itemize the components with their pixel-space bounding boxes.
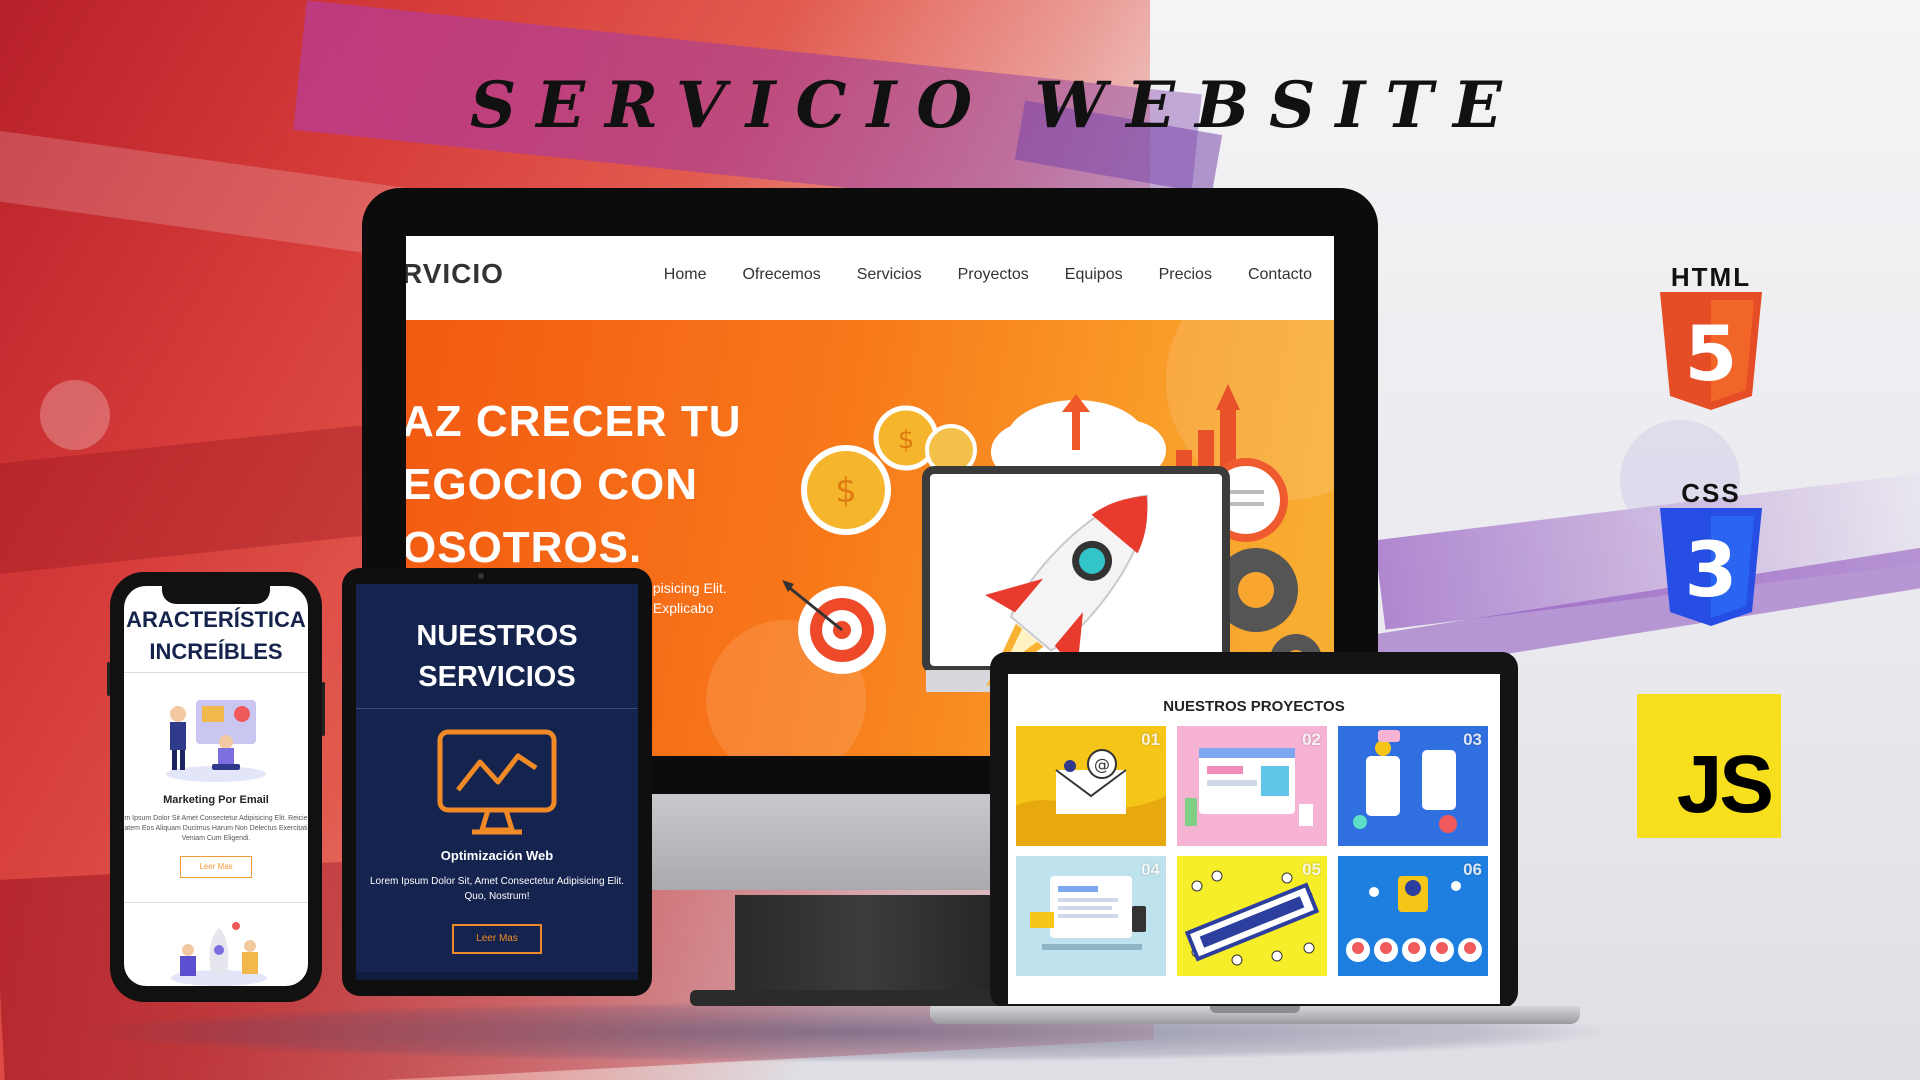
- project-number: 02: [1302, 730, 1321, 749]
- leer-mas-button[interactable]: Leer Mas: [180, 856, 252, 878]
- nav-link-proyectos[interactable]: Proyectos: [958, 266, 1029, 284]
- javascript-label: JS: [1676, 739, 1774, 830]
- nav-link-precios[interactable]: Precios: [1159, 266, 1212, 284]
- javascript-logo: JS: [1637, 694, 1781, 838]
- phone-card-title: Marketing Por Email: [163, 794, 269, 806]
- divider: [356, 708, 638, 709]
- hero-title-line: EGOCIO CON: [406, 460, 699, 509]
- site-logo[interactable]: RVICIO: [406, 258, 504, 290]
- project-card[interactable]: 03: [1338, 726, 1488, 846]
- project-card[interactable]: 02: [1177, 726, 1327, 846]
- phone-side-button: [322, 682, 325, 736]
- hero-subtitle-line: dipisicing Elit.: [642, 580, 727, 596]
- nav-link-equipos[interactable]: Equipos: [1065, 266, 1123, 284]
- hero-subtitle-line: s Explicabo: [642, 600, 714, 616]
- css3-shield-icon: 3: [1660, 508, 1762, 626]
- divider: [124, 672, 308, 673]
- projects-grid: @ 01 02 03 04 05 06: [1016, 726, 1488, 976]
- hero-title: AZ CRECER TU EGOCIO CON OSOTROS.: [406, 390, 822, 579]
- monitor-chart-icon: [437, 729, 557, 835]
- tablet-camera: [478, 573, 484, 579]
- tablet-footer-bar: [356, 972, 638, 980]
- nav-link-contacto[interactable]: Contacto: [1248, 266, 1312, 284]
- project-number: 06: [1463, 860, 1482, 879]
- phone-screen: ARACTERÍSTICA INCREÍBLES Marketing Por E…: [124, 586, 308, 986]
- svg-text:$: $: [835, 471, 857, 511]
- nav-link-home[interactable]: Home: [664, 266, 707, 284]
- tablet-screen: NUESTROS SERVICIOS Optimización Web Lore…: [356, 584, 638, 980]
- site-navbar: RVICIO Home Ofrecemos Servicios Proyecto…: [406, 236, 1334, 320]
- svg-text:$: $: [898, 425, 915, 455]
- project-number: 01: [1141, 730, 1160, 749]
- svg-text:@: @: [1094, 755, 1110, 774]
- tablet-card-text: Lorem Ipsum Dolor Sit, Amet Consectetur …: [370, 876, 624, 902]
- html5-label: HTML: [1670, 262, 1752, 292]
- project-number: 03: [1463, 730, 1482, 749]
- tablet-card-title: Optimización Web: [440, 848, 554, 863]
- project-card[interactable]: @ 01: [1016, 726, 1166, 846]
- laptop-base-notch: [1210, 1006, 1300, 1013]
- nav-link-servicios[interactable]: Servicios: [857, 266, 922, 284]
- hero-subtitle: dipisicing Elit. s Explicabo: [642, 578, 727, 618]
- tablet: NUESTROS SERVICIOS Optimización Web Lore…: [342, 568, 652, 996]
- html5-number: 5: [1685, 309, 1738, 398]
- leer-mas-button[interactable]: Leer Mas: [452, 924, 542, 954]
- project-card[interactable]: 06: [1338, 856, 1488, 976]
- page-title: SERVICIO WEBSITE: [470, 68, 1522, 143]
- project-number: 04: [1141, 860, 1160, 879]
- email-marketing-illustration: [166, 700, 266, 782]
- phone-section-title-line: ARACTERÍSTICA: [126, 607, 306, 632]
- project-card[interactable]: 04: [1016, 856, 1166, 976]
- html5-shield-icon: 5: [1660, 292, 1762, 410]
- phone-section-title-line: INCREÍBLES: [149, 639, 283, 664]
- css3-label: CSS: [1681, 478, 1741, 508]
- tablet-section-title-line: SERVICIOS: [418, 661, 576, 693]
- projects-section-title: NUESTROS PROYECTOS: [1163, 698, 1345, 715]
- phone-notch: [162, 584, 270, 604]
- phone-card-text: m Ipsum Dolor Sit Amet Consectetur Adipi…: [124, 815, 308, 842]
- phone-section-title: ARACTERÍSTICA INCREÍBLES: [124, 604, 308, 668]
- divider: [124, 902, 308, 903]
- html5-logo: HTML 5: [1656, 262, 1766, 412]
- project-card[interactable]: 05: [1177, 856, 1327, 976]
- laptop: NUESTROS PROYECTOS @ 01 02 03 04 05 06: [990, 652, 1518, 1008]
- css3-number: 3: [1685, 525, 1738, 614]
- site-menu: Home Ofrecemos Servicios Proyectos Equip…: [664, 266, 1312, 284]
- project-number: 05: [1302, 860, 1321, 879]
- monitor-stand: [735, 895, 995, 1005]
- rocket-team-illustration: [171, 922, 267, 986]
- css3-logo: CSS 3: [1656, 478, 1766, 628]
- hero-title-line: AZ CRECER TU: [406, 397, 742, 446]
- phone-side-button: [107, 662, 110, 696]
- nav-link-ofrecemos[interactable]: Ofrecemos: [742, 266, 820, 284]
- tablet-section-title-line: NUESTROS: [416, 620, 578, 652]
- tablet-section-title: NUESTROS SERVICIOS: [356, 616, 638, 698]
- background-bokeh: [40, 380, 110, 450]
- smartphone: ARACTERÍSTICA INCREÍBLES Marketing Por E…: [107, 572, 325, 1002]
- laptop-screen: NUESTROS PROYECTOS @ 01 02 03 04 05 06: [1008, 674, 1500, 1004]
